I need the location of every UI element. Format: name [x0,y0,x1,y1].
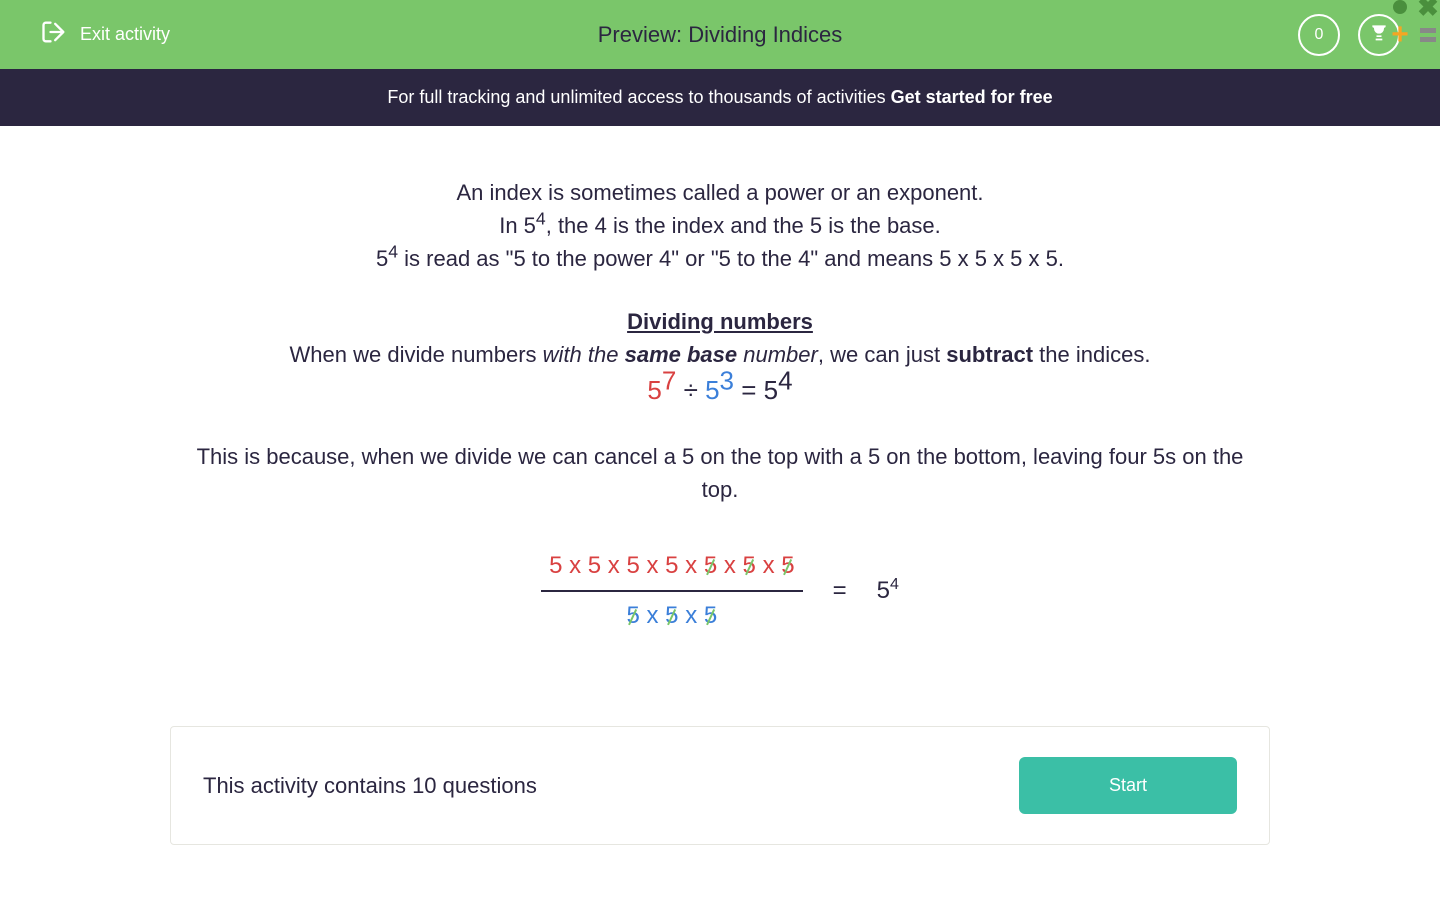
page-title: Preview: Dividing Indices [598,22,843,48]
intro-line-1: An index is sometimes called a power or … [190,176,1250,209]
activity-footer: This activity contains 10 questions Star… [170,726,1270,845]
exit-icon [40,18,68,51]
decorative-logo: ✖ + [1388,0,1440,47]
section-heading: Dividing numbers [190,305,1250,338]
explanation-line: This is because, when we divide we can c… [190,440,1250,506]
fraction: 5 x 5 x 5 x 5 x 5 x 5 x 5 5 x 5 x 5 [541,546,803,636]
banner-text: For full tracking and unlimited access t… [387,87,890,107]
fraction-denominator: 5 x 5 x 5 [541,592,803,636]
promo-banner: For full tracking and unlimited access t… [0,69,1440,126]
trophy-icon [1369,22,1389,47]
score-badge[interactable]: 0 [1298,14,1340,56]
equation: 57 ÷ 53 = 54 [190,371,1250,410]
fraction-diagram: 5 x 5 x 5 x 5 x 5 x 5 x 5 5 x 5 x 5 = 54 [190,546,1250,636]
header-controls: 0 [1298,14,1400,56]
equals-sign: = [833,573,847,609]
app-header: Exit activity Preview: Dividing Indices … [0,0,1440,69]
exit-label: Exit activity [80,24,170,45]
intro-line-2: In 54, the 4 is the index and the 5 is t… [190,209,1250,242]
question-count-label: This activity contains 10 questions [203,773,537,799]
intro-line-3: 54 is read as "5 to the power 4" or "5 t… [190,242,1250,275]
fraction-numerator: 5 x 5 x 5 x 5 x 5 x 5 x 5 [541,546,803,592]
exit-activity-button[interactable]: Exit activity [40,18,170,51]
get-started-link[interactable]: Get started for free [891,87,1053,107]
start-button[interactable]: Start [1019,757,1237,814]
lesson-content: An index is sometimes called a power or … [170,126,1270,676]
score-value: 0 [1315,26,1324,44]
fraction-result: 54 [877,573,899,609]
